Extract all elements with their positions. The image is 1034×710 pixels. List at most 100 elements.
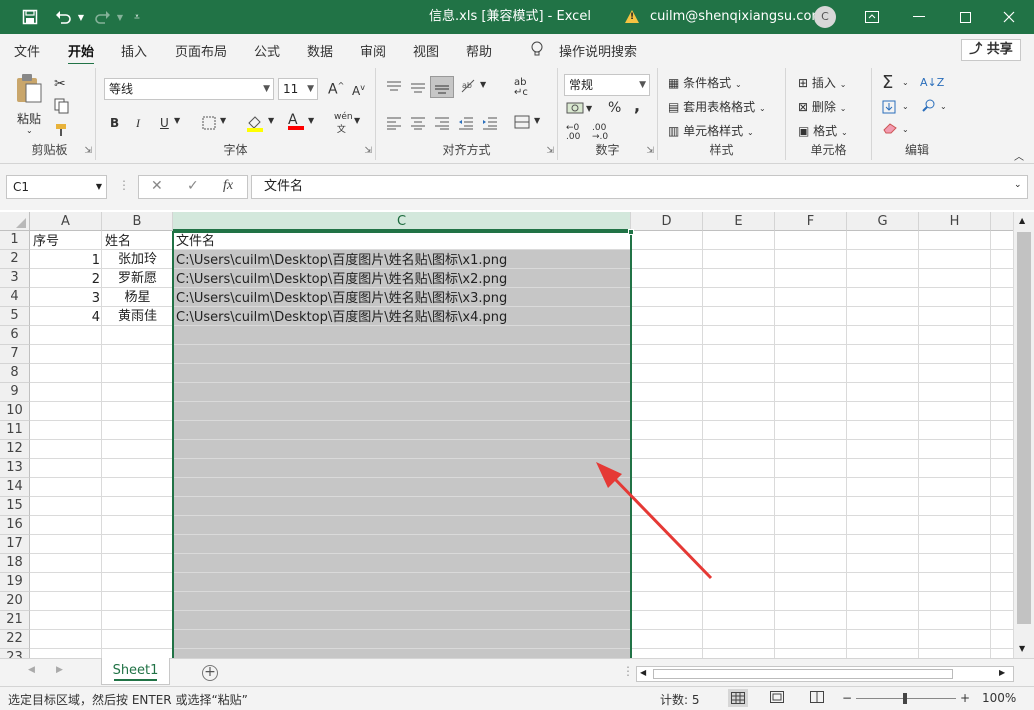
zoom-in-button[interactable]: + (960, 691, 970, 705)
account-email[interactable]: cuilm@shenqixiangsu.com (650, 0, 824, 34)
format-cells-button[interactable]: ▣ 格式 ⌄ (798, 122, 848, 139)
normal-view-icon[interactable] (728, 689, 748, 707)
accounting-dropdown-icon[interactable]: ▼ (586, 104, 592, 113)
name-box-dropdown-icon[interactable]: ▼ (96, 176, 102, 198)
clear-icon[interactable] (882, 122, 898, 137)
format-as-table-button[interactable]: ▤ 套用表格格式 ⌄ (668, 98, 766, 115)
scroll-right-icon[interactable]: ▶ (999, 668, 1005, 677)
underline-button[interactable]: U (160, 116, 169, 130)
format-painter-icon[interactable] (54, 122, 70, 141)
tab-home[interactable]: 开始 (68, 41, 95, 66)
row-header[interactable]: 6 (0, 326, 30, 345)
conditional-formatting-button[interactable]: ▦ 条件格式 ⌄ (668, 74, 742, 91)
vertical-scroll-thumb[interactable] (1017, 232, 1031, 624)
tab-data[interactable]: 数据 (307, 41, 333, 60)
close-icon[interactable] (994, 0, 1024, 34)
number-format-select[interactable]: 常规 ▼ (564, 74, 650, 96)
redo-icon[interactable] (90, 0, 116, 34)
paste-label[interactable]: 粘贴 (17, 110, 41, 127)
sort-filter-icon[interactable]: A↓Z (920, 76, 944, 89)
column-header-a[interactable]: A (30, 212, 102, 231)
cell-styles-button[interactable]: ▥ 单元格样式 ⌄ (668, 122, 754, 139)
tab-split-grip-icon[interactable]: ⋮ (622, 664, 634, 678)
column-header-b[interactable]: B (102, 212, 173, 231)
name-box[interactable]: C1 ▼ (6, 175, 107, 199)
fill-dropdown-icon[interactable]: ⌄ (902, 102, 909, 111)
align-middle-icon[interactable] (410, 80, 426, 97)
zoom-level[interactable]: 100% (982, 691, 1016, 705)
increase-font-size-icon[interactable]: A^ (328, 81, 344, 98)
align-right-icon[interactable] (434, 116, 450, 133)
align-center-icon[interactable] (410, 116, 426, 133)
cell-a4[interactable]: 3 (30, 289, 100, 308)
horizontal-scrollbar[interactable]: ◀ ▶ (636, 666, 1014, 682)
sheet-tab-sheet1[interactable]: Sheet1 (101, 658, 170, 685)
find-dropdown-icon[interactable]: ⌄ (940, 102, 947, 111)
borders-dropdown-icon[interactable]: ▼ (220, 116, 226, 125)
zoom-slider-thumb[interactable] (903, 693, 907, 704)
cell-a2[interactable]: 1 (30, 251, 100, 270)
column-header-f[interactable]: F (775, 212, 847, 231)
decrease-decimal-icon[interactable]: .00 →.0 (592, 124, 608, 142)
page-layout-view-icon[interactable] (770, 691, 784, 706)
vertical-scrollbar[interactable]: ▲ ▼ (1013, 212, 1034, 658)
row-header[interactable]: 20 (0, 592, 30, 611)
avatar[interactable]: C (814, 6, 836, 28)
copy-icon[interactable] (54, 98, 70, 117)
share-button[interactable]: ⤴ 共享 (961, 39, 1021, 61)
alignment-dialog-launcher-icon[interactable]: ⇲ (546, 146, 554, 156)
column-header-h[interactable]: H (919, 212, 991, 231)
cell-a1[interactable]: 序号 (33, 232, 59, 251)
phonetic-guide-icon[interactable]: wén 文 (334, 112, 353, 135)
align-left-icon[interactable] (386, 116, 402, 133)
font-color-dropdown-icon[interactable]: ▼ (308, 116, 314, 125)
fill-handle[interactable] (628, 229, 634, 235)
tab-help[interactable]: 帮助 (466, 41, 492, 60)
row-header[interactable]: 21 (0, 611, 30, 630)
clipboard-dialog-launcher-icon[interactable]: ⇲ (84, 146, 92, 156)
row-header[interactable]: 10 (0, 402, 30, 421)
lightbulb-icon[interactable] (530, 41, 544, 61)
font-color-icon[interactable]: A (288, 112, 304, 130)
tell-me-search[interactable]: 操作说明搜索 (559, 41, 637, 60)
merge-center-icon[interactable] (514, 114, 530, 133)
row-header[interactable]: 2 (0, 250, 30, 269)
row-header[interactable]: 11 (0, 421, 30, 440)
select-all-corner[interactable] (0, 212, 30, 231)
cell-b5[interactable]: 黄雨佳 (102, 307, 173, 326)
row-header[interactable]: 12 (0, 440, 30, 459)
font-name-select[interactable]: 等线 ▼ (104, 78, 274, 100)
fill-icon[interactable] (882, 100, 896, 117)
delete-cells-button[interactable]: ⊠ 删除 ⌄ (798, 98, 846, 115)
scroll-down-icon[interactable]: ▼ (1019, 644, 1025, 653)
scroll-up-icon[interactable]: ▲ (1019, 216, 1025, 225)
cell-b3[interactable]: 罗新愿 (102, 269, 173, 288)
phonetic-dropdown-icon[interactable]: ▼ (354, 116, 360, 125)
increase-decimal-icon[interactable]: ←0.00 (566, 124, 580, 142)
decrease-font-size-icon[interactable]: Av (352, 83, 365, 98)
customize-qat-icon[interactable]: ⩡ (130, 0, 144, 34)
paste-icon[interactable] (14, 72, 44, 107)
cell-a5[interactable]: 4 (30, 308, 100, 327)
save-icon[interactable] (18, 0, 42, 34)
cancel-icon[interactable]: ✕ (151, 178, 163, 194)
tab-page-layout[interactable]: 页面布局 (175, 41, 227, 60)
maximize-icon[interactable] (950, 0, 980, 34)
scroll-left-icon[interactable]: ◀ (640, 668, 646, 677)
borders-icon[interactable] (202, 116, 216, 133)
clear-dropdown-icon[interactable]: ⌄ (902, 125, 909, 134)
orientation-icon[interactable]: ab (460, 78, 478, 97)
cell-b2[interactable]: 张加玲 (102, 250, 173, 269)
row-header[interactable]: 18 (0, 554, 30, 573)
paste-dropdown-icon[interactable]: ⌄ (26, 126, 33, 135)
wrap-text-icon[interactable]: ab ↵c (514, 78, 528, 98)
accounting-format-icon[interactable] (566, 100, 584, 119)
comma-style-button[interactable]: , (634, 96, 640, 115)
autosum-icon[interactable]: Σ (882, 72, 893, 93)
formula-input[interactable]: 文件名 (251, 175, 1028, 199)
row-header[interactable]: 4 (0, 288, 30, 307)
align-bottom-icon[interactable] (430, 76, 454, 98)
cell-b4[interactable]: 杨星 (102, 288, 173, 307)
column-header-g[interactable]: G (847, 212, 919, 231)
autosum-dropdown-icon[interactable]: ⌄ (902, 78, 909, 87)
